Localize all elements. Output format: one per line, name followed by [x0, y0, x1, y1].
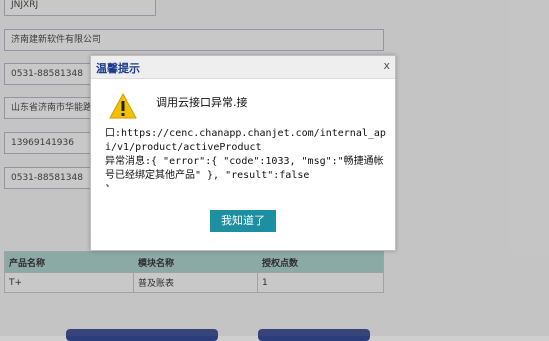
warning-icon	[109, 93, 137, 119]
close-icon[interactable]: x	[383, 59, 390, 72]
dialog-message-heading: 调用云接口异常.接	[156, 96, 248, 109]
alert-dialog: 温馨提示 x 调用云接口异常.接 口:https://cenc.chanapp.…	[90, 55, 396, 251]
dialog-title: 温馨提示	[96, 62, 140, 75]
dialog-message-body: 口:https://cenc.chanapp.chanjet.com/inter…	[105, 128, 386, 187]
dialog-header: 温馨提示 x	[91, 56, 395, 79]
acknowledge-button[interactable]: 我知道了	[210, 210, 276, 232]
